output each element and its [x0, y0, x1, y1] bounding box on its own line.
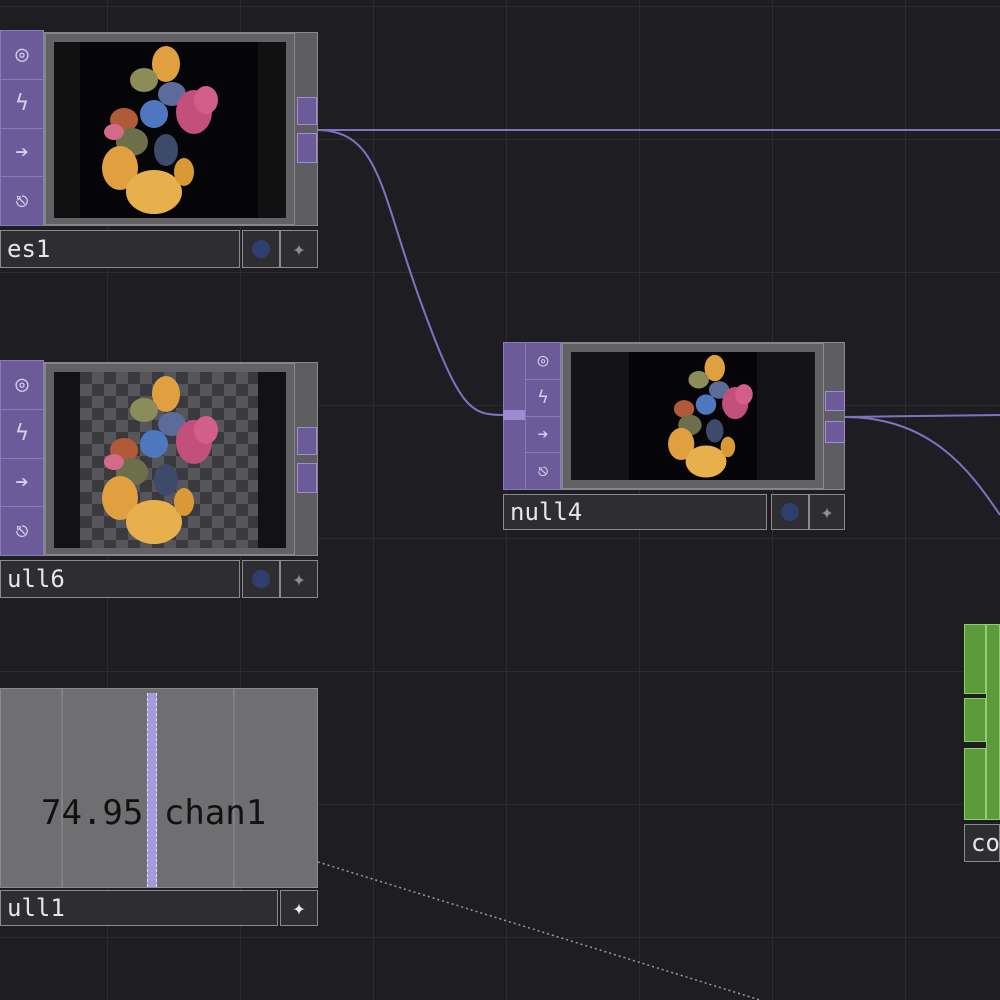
preview-image — [54, 372, 286, 548]
output-port-2[interactable] — [297, 463, 317, 493]
dot-icon — [781, 503, 799, 521]
node-label[interactable]: es1 — [0, 230, 240, 268]
node-flags: ◎ ϟ ➔ ⎋ — [0, 30, 44, 226]
preview-image — [54, 42, 286, 218]
chop-gridline — [61, 689, 63, 887]
chop-value-text: 74.95 chan1 — [41, 793, 266, 833]
green-input-port[interactable] — [964, 698, 986, 742]
viewer-toggle-button[interactable] — [242, 560, 280, 598]
output-connector[interactable] — [294, 32, 318, 226]
star-button[interactable]: ✦ — [280, 890, 318, 926]
lock-icon[interactable]: ⎋ — [1, 177, 43, 225]
wire-top-to-null4 — [315, 129, 505, 416]
bypass-icon[interactable]: ϟ — [1, 410, 43, 459]
chop-channel: chan1 — [163, 793, 267, 833]
node-null4[interactable]: ◎ ϟ ➔ ⎋ null4 ✦ — [503, 342, 845, 532]
node-chop-null1[interactable]: 74.95 chan1 ull1 ✦ — [0, 688, 318, 928]
arrow-icon[interactable]: ➔ — [1, 129, 43, 178]
dot-icon — [252, 570, 270, 588]
chop-value: 74.95 — [41, 793, 144, 833]
viewer-icon[interactable]: ◎ — [526, 343, 560, 380]
viewer-toggle-button[interactable] — [242, 230, 280, 268]
wire-null4-right — [844, 414, 1000, 418]
dot-icon — [252, 240, 270, 258]
arrow-icon[interactable]: ➔ — [1, 459, 43, 508]
node-label[interactable]: co — [964, 824, 1000, 862]
preview-image — [571, 352, 815, 480]
chop-viewer[interactable]: 74.95 chan1 — [0, 688, 318, 888]
viewer-icon[interactable]: ◎ — [1, 361, 43, 410]
wire-null4-curve — [844, 416, 1000, 516]
star-button[interactable]: ✦ — [280, 230, 318, 268]
node-label[interactable]: null4 — [503, 494, 767, 530]
output-connector[interactable] — [294, 362, 318, 556]
node-label[interactable]: ull6 — [0, 560, 240, 598]
node-flags: ◎ ϟ ➔ ⎋ — [0, 360, 44, 556]
node-flags-right: ◎ ϟ ➔ ⎋ — [525, 342, 561, 490]
node-green-partial[interactable]: co — [964, 624, 1000, 864]
wire-chop-dotted — [317, 861, 761, 1000]
green-input-port[interactable] — [964, 624, 986, 694]
bypass-icon[interactable]: ϟ — [1, 80, 43, 129]
viewer-toggle-button[interactable] — [771, 494, 809, 530]
node-viewer[interactable] — [44, 362, 296, 556]
sculpture-image — [54, 42, 286, 218]
star-button[interactable]: ✦ — [809, 494, 845, 530]
star-button[interactable]: ✦ — [280, 560, 318, 598]
lock-icon[interactable]: ⎋ — [1, 507, 43, 555]
node-viewer[interactable] — [44, 32, 296, 226]
node-mid-left[interactable]: ◎ ϟ ➔ ⎋ ull6 ✦ — [0, 360, 318, 600]
green-input-port[interactable] — [964, 748, 986, 820]
lock-icon[interactable]: ⎋ — [526, 453, 560, 489]
output-port-1[interactable] — [297, 427, 317, 455]
input-port[interactable] — [503, 410, 525, 420]
green-flags[interactable] — [986, 624, 1000, 820]
viewer-icon[interactable]: ◎ — [1, 31, 43, 80]
arrow-icon[interactable]: ➔ — [526, 417, 560, 454]
chop-gridline — [233, 689, 235, 887]
node-label[interactable]: ull1 — [0, 890, 278, 926]
sculpture-image — [571, 352, 815, 480]
output-port-2[interactable] — [297, 133, 317, 163]
output-connector[interactable] — [823, 342, 845, 490]
output-port-1[interactable] — [297, 97, 317, 125]
bypass-icon[interactable]: ϟ — [526, 380, 560, 417]
node-viewer[interactable] — [561, 342, 825, 490]
sculpture-image — [102, 376, 218, 544]
output-port-2[interactable] — [825, 421, 845, 443]
node-top-left[interactable]: ◎ ϟ ➔ ⎋ es1 ✦ — [0, 30, 318, 270]
output-port-1[interactable] — [825, 391, 845, 411]
chop-value-marker — [147, 693, 157, 887]
